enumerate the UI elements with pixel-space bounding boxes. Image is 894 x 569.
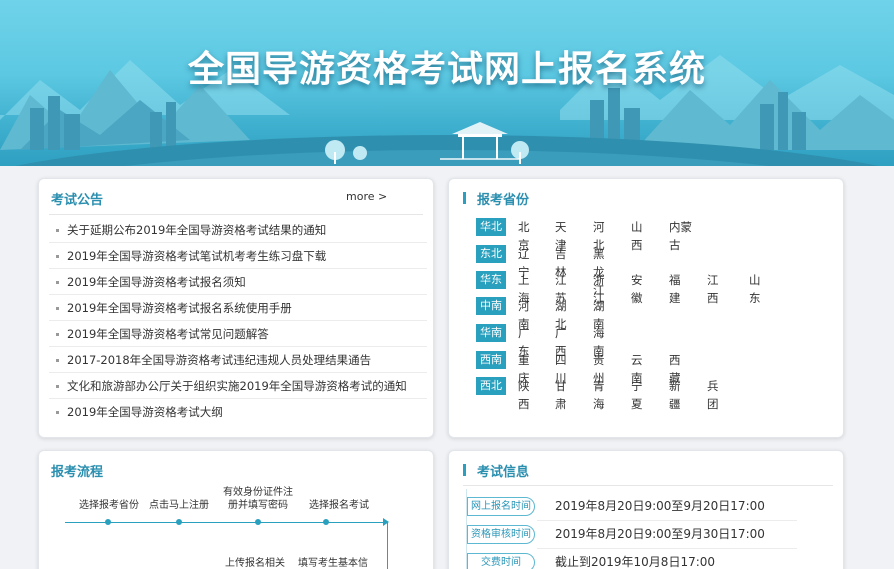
province-link[interactable]: 新疆 bbox=[669, 377, 681, 413]
process-line bbox=[65, 522, 385, 523]
notice-item[interactable]: 2019年全国导游资格考试大纲 bbox=[49, 399, 427, 425]
title-bar-marker bbox=[463, 192, 466, 204]
province-link[interactable]: 宁夏 bbox=[631, 377, 643, 413]
arrow-right-icon bbox=[383, 518, 389, 526]
region-tag: 华东 bbox=[476, 271, 506, 289]
exam-info-label: 网上报名时间 bbox=[467, 497, 535, 516]
exam-info-value: 2019年8月20日9:00至9月30日17:00 bbox=[555, 527, 765, 541]
process-step: 选择报名考试 bbox=[309, 500, 369, 511]
notice-item[interactable]: 文化和旅游部办公厅关于组织实施2019年全国导游资格考试的通知 bbox=[49, 373, 427, 399]
province-link[interactable]: 陕西 bbox=[518, 377, 530, 413]
notice-item[interactable]: 2019年全国导游资格考试常见问题解答 bbox=[49, 321, 427, 347]
process-step: 上传报名相关 bbox=[225, 558, 285, 569]
notice-list: 关于延期公布2019年全国导游资格考试结果的通知 2019年全国导游资格考试笔试… bbox=[49, 217, 427, 425]
notice-item[interactable]: 2019年全国导游资格考试笔试机考考生练习盘下载 bbox=[49, 243, 427, 269]
notice-item[interactable]: 2019年全国导游资格考试报名系统使用手册 bbox=[49, 295, 427, 321]
region-tag: 西南 bbox=[476, 351, 506, 369]
exam-info-value: 2019年8月20日9:00至9月20日17:00 bbox=[555, 499, 765, 513]
process-dot bbox=[105, 519, 111, 525]
title-bar-marker bbox=[463, 464, 466, 476]
exam-info-label: 资格审核时间 bbox=[467, 525, 535, 544]
province-title: 报考省份 bbox=[477, 193, 530, 208]
exam-info-panel: 考试信息 网上报名时间 2019年8月20日9:00至9月20日17:00 资格… bbox=[448, 450, 844, 569]
process-step: 有效身份证件注册并填写密码 bbox=[223, 487, 293, 511]
notice-item[interactable]: 2019年全国导游资格考试报名须知 bbox=[49, 269, 427, 295]
region-tag: 东北 bbox=[476, 245, 506, 263]
banner-title: 全国导游资格考试网上报名系统 bbox=[187, 49, 706, 90]
notice-more-link[interactable]: more > bbox=[346, 190, 387, 203]
region-tag: 华南 bbox=[476, 324, 506, 342]
province-link[interactable]: 甘肃 bbox=[555, 377, 567, 413]
province-panel: 报考省份 华北 北京 天津 河北 山西 内蒙古 东北 辽宁 吉林 黑龙江 华东 … bbox=[448, 178, 844, 438]
province-link[interactable]: 青海 bbox=[593, 377, 605, 413]
notice-item[interactable]: 关于延期公布2019年全国导游资格考试结果的通知 bbox=[49, 217, 427, 243]
notice-panel: 考试公告 more > 关于延期公布2019年全国导游资格考试结果的通知 201… bbox=[38, 178, 434, 438]
process-step: 填写考生基本信 bbox=[298, 558, 368, 569]
exam-info-label: 交费时间 bbox=[467, 553, 535, 569]
exam-info-title: 考试信息 bbox=[477, 465, 530, 480]
header-banner: 全国导游资格考试网上报名系统 bbox=[0, 0, 894, 166]
province-link[interactable]: 内蒙古 bbox=[669, 218, 697, 254]
process-line bbox=[387, 522, 388, 569]
notice-item[interactable]: 2017-2018年全国导游资格考试违纪违规人员处理结果通告 bbox=[49, 347, 427, 373]
process-title: 报考流程 bbox=[51, 465, 104, 480]
province-link[interactable]: 江西 bbox=[707, 271, 719, 307]
exam-info-row: 资格审核时间 2019年8月20日9:00至9月30日17:00 bbox=[467, 521, 837, 549]
process-step: 选择报考省份 bbox=[79, 500, 139, 511]
province-link[interactable]: 福建 bbox=[669, 271, 681, 307]
divider bbox=[463, 485, 833, 486]
exam-info-row: 交费时间 截止到2019年10月8日17:00 bbox=[467, 549, 837, 569]
region-tag: 中南 bbox=[476, 297, 506, 315]
province-link[interactable]: 兵团 bbox=[707, 377, 719, 413]
exam-info-value: 截止到2019年10月8日17:00 bbox=[555, 555, 716, 569]
region-tag: 西北 bbox=[476, 377, 506, 395]
process-dot bbox=[176, 519, 182, 525]
province-link[interactable]: 山东 bbox=[749, 271, 761, 307]
province-link[interactable]: 山西 bbox=[631, 218, 643, 254]
divider bbox=[49, 214, 423, 215]
process-panel: 报考流程 选择报考省份 点击马上注册 有效身份证件注册并填写密码 选择报名考试 … bbox=[38, 450, 434, 569]
process-dot bbox=[323, 519, 329, 525]
process-dot bbox=[255, 519, 261, 525]
region-tag: 华北 bbox=[476, 218, 506, 236]
exam-info-row: 网上报名时间 2019年8月20日9:00至9月20日17:00 bbox=[467, 493, 837, 521]
process-step: 点击马上注册 bbox=[149, 500, 209, 511]
province-link[interactable]: 安徽 bbox=[631, 271, 643, 307]
notice-title: 考试公告 bbox=[51, 193, 104, 208]
